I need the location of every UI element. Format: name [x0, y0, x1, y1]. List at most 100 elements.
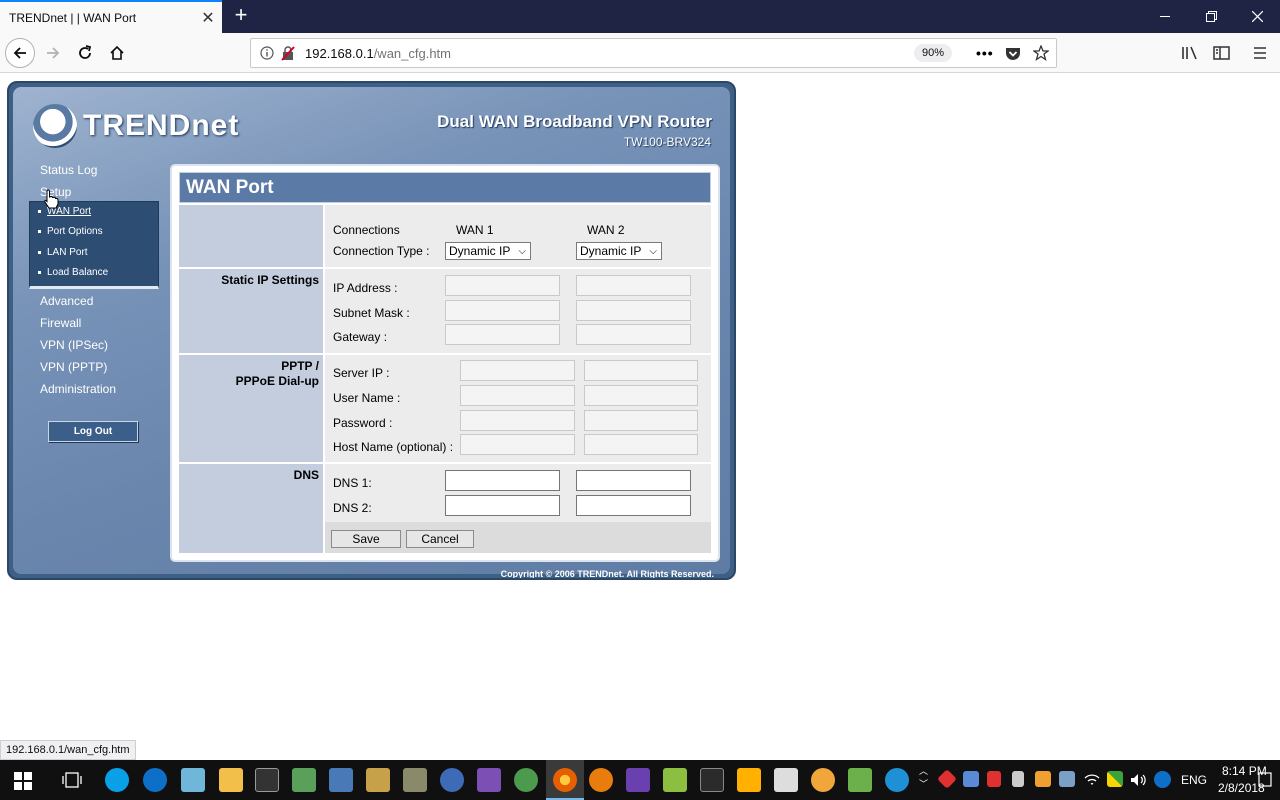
- page-actions-icon[interactable]: •••: [976, 45, 994, 61]
- tray-grid-icon[interactable]: [963, 771, 979, 787]
- back-button[interactable]: [5, 38, 35, 68]
- browser-titlebar: TRENDnet | | WAN Port ✕ +: [0, 0, 1280, 33]
- bookmark-star-icon[interactable]: [1033, 45, 1049, 61]
- blender-icon[interactable]: [589, 768, 613, 792]
- submenu-lan-port[interactable]: LAN Port: [38, 247, 88, 258]
- reload-button[interactable]: [70, 38, 100, 68]
- wan2-host-name-field[interactable]: [584, 434, 698, 455]
- url-text[interactable]: 192.168.0.1/wan_cfg.htm: [305, 46, 451, 61]
- menu-administration[interactable]: Administration: [40, 382, 116, 396]
- green-app-icon[interactable]: [663, 768, 687, 792]
- connections-row: Connections WAN 1 WAN 2 Connection Type …: [325, 205, 711, 267]
- hamburger-menu-icon[interactable]: [1252, 45, 1268, 61]
- tools-icon[interactable]: [403, 768, 427, 792]
- certificate-tool-icon[interactable]: [366, 768, 390, 792]
- network-tool-icon[interactable]: [329, 768, 353, 792]
- sidebar-icon[interactable]: [1213, 45, 1231, 61]
- spreadsheet-app-icon[interactable]: [848, 768, 872, 792]
- restore-icon[interactable]: [1188, 0, 1234, 33]
- gateway-label: Gateway :: [333, 330, 388, 344]
- tray-shield-icon[interactable]: [1035, 771, 1051, 787]
- menu-advanced[interactable]: Advanced: [40, 294, 93, 308]
- menu-firewall[interactable]: Firewall: [40, 316, 81, 330]
- status-url: 192.168.0.1/wan_cfg.htm: [0, 740, 136, 760]
- pocket-icon[interactable]: [1005, 46, 1021, 61]
- wan1-dns1-field[interactable]: [445, 470, 560, 491]
- save-button[interactable]: Save: [331, 530, 401, 548]
- tray-image-icon[interactable]: [1059, 771, 1075, 787]
- vlc-icon[interactable]: [737, 768, 761, 792]
- menu-status-log[interactable]: Status Log: [40, 163, 97, 177]
- submenu-load-balance[interactable]: Load Balance: [38, 267, 108, 278]
- cancel-button[interactable]: Cancel: [406, 530, 474, 548]
- tray-teamviewer-icon[interactable]: [1154, 771, 1171, 788]
- user-name-label: User Name :: [333, 391, 401, 405]
- skype-icon[interactable]: [105, 768, 129, 792]
- notifications-icon[interactable]: [1258, 771, 1272, 789]
- wan1-connection-type-select[interactable]: Dynamic IP ⌵: [445, 242, 531, 260]
- tray-status-icon[interactable]: [1107, 771, 1123, 787]
- sun-app-icon[interactable]: [811, 768, 835, 792]
- wan1-header: WAN 1: [456, 223, 494, 237]
- address-bar[interactable]: 192.168.0.1/wan_cfg.htm 90% •••: [250, 38, 1057, 68]
- wan2-subnet-mask-field[interactable]: [576, 300, 691, 321]
- zoom-indicator[interactable]: 90%: [914, 44, 953, 62]
- wan1-subnet-mask-field[interactable]: [445, 300, 560, 321]
- library-icon[interactable]: [1181, 45, 1199, 61]
- wan2-password-field[interactable]: [584, 410, 698, 431]
- close-window-icon[interactable]: [1234, 0, 1280, 33]
- teamviewer-icon[interactable]: [143, 768, 167, 792]
- file-explorer-icon[interactable]: [219, 768, 243, 792]
- insecure-lock-icon[interactable]: [281, 46, 295, 61]
- wan2-dns2-field[interactable]: [576, 495, 691, 516]
- wan1-server-ip-field[interactable]: [460, 360, 575, 381]
- active-tab[interactable]: TRENDnet | | WAN Port ✕: [0, 0, 222, 33]
- language-indicator[interactable]: ENG: [1181, 773, 1207, 787]
- film-app-icon[interactable]: [774, 768, 798, 792]
- home-icon: [110, 45, 124, 60]
- close-tab-icon[interactable]: ✕: [198, 8, 218, 28]
- firefox-taskbar-button[interactable]: [546, 760, 584, 800]
- visual-studio-purple-icon[interactable]: [626, 768, 650, 792]
- setup-submenu: WAN Port Port Options LAN Port Load Bala…: [29, 201, 159, 289]
- terminal-icon[interactable]: [255, 768, 279, 792]
- windows-start-icon[interactable]: [14, 772, 32, 790]
- wan1-host-name-field[interactable]: [460, 434, 575, 455]
- wan1-user-name-field[interactable]: [460, 385, 575, 406]
- globe-app-icon[interactable]: [514, 768, 538, 792]
- submenu-port-options[interactable]: Port Options: [38, 226, 103, 237]
- tray-expand-icon[interactable]: ︿ ﹀: [919, 764, 928, 790]
- wan2-ip-address-field[interactable]: [576, 275, 691, 296]
- home-button[interactable]: [102, 38, 132, 68]
- wan1-dns2-field[interactable]: [445, 495, 560, 516]
- tray-red-diamond-icon[interactable]: [937, 769, 957, 789]
- wan2-server-ip-field[interactable]: [584, 360, 698, 381]
- wan2-gateway-field[interactable]: [576, 324, 691, 345]
- wan1-gateway-field[interactable]: [445, 324, 560, 345]
- tray-usb-icon[interactable]: [1012, 771, 1024, 787]
- wan2-dns1-field[interactable]: [576, 470, 691, 491]
- visual-studio-icon[interactable]: [477, 768, 501, 792]
- wan1-password-field[interactable]: [460, 410, 575, 431]
- mremote-icon[interactable]: [700, 768, 724, 792]
- minimize-icon[interactable]: [1142, 0, 1188, 33]
- infinity-app-icon[interactable]: [440, 768, 464, 792]
- task-view-icon[interactable]: [62, 772, 82, 788]
- wan1-ip-address-field[interactable]: [445, 275, 560, 296]
- info-icon[interactable]: [260, 46, 274, 60]
- notes-app-icon[interactable]: [181, 768, 205, 792]
- menu-vpn-ipsec[interactable]: VPN (IPSec): [40, 338, 108, 352]
- wifi-icon[interactable]: [1084, 772, 1100, 788]
- app-icon[interactable]: [292, 768, 316, 792]
- new-tab-icon[interactable]: +: [230, 4, 252, 27]
- logout-button[interactable]: Log Out: [48, 421, 138, 442]
- forward-button[interactable]: [38, 38, 68, 68]
- wan2-user-name-field[interactable]: [584, 385, 698, 406]
- arrow-app-icon[interactable]: [885, 768, 909, 792]
- static-ip-section-label: Static IP Settings: [179, 269, 323, 353]
- tray-lock-icon[interactable]: [987, 771, 1001, 787]
- wan2-connection-type-select[interactable]: Dynamic IP ⌵: [576, 242, 662, 260]
- menu-vpn-pptp[interactable]: VPN (PPTP): [40, 360, 107, 374]
- volume-icon[interactable]: [1130, 772, 1148, 788]
- chevron-down-icon: ⌵: [649, 246, 657, 257]
